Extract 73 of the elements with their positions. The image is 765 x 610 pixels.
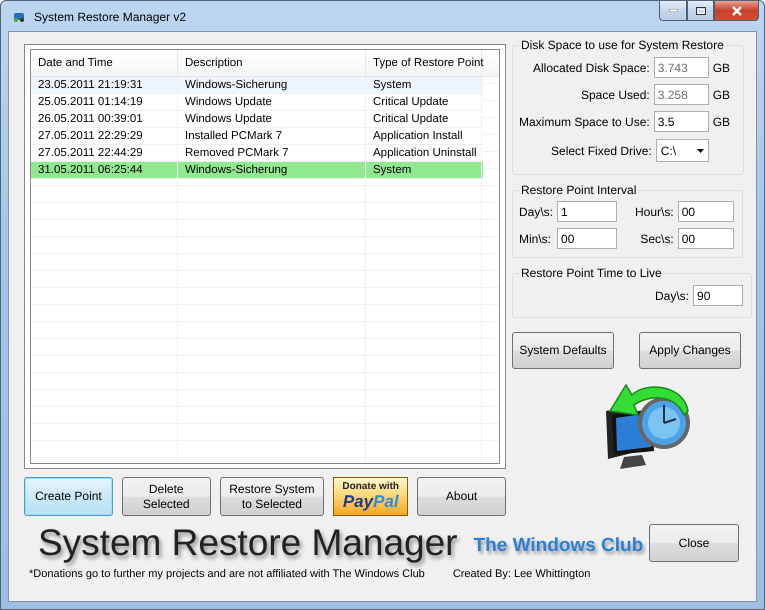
- field-label: Allocated Disk Space:: [532, 60, 650, 74]
- group-title: Restore Point Time to Live: [520, 266, 663, 280]
- table-cell: Application Install: [366, 128, 482, 144]
- close-window-button[interactable]: [714, 1, 759, 21]
- minimize-icon: [668, 9, 678, 12]
- unit-label: GB: [712, 60, 732, 74]
- table-cell: Application Uninstall: [366, 145, 482, 161]
- table-cell: System: [366, 162, 482, 178]
- number-field[interactable]: 3.5: [654, 111, 709, 132]
- table-row[interactable]: 23.05.2011 21:19:31 Windows-Sicherung System: [31, 77, 483, 94]
- unit-label: GB: [712, 114, 732, 128]
- maximize-button[interactable]: [687, 1, 714, 21]
- app-icon: [12, 11, 26, 23]
- field-label: Hour\s:: [634, 204, 674, 218]
- table-cell: Removed PCMark 7: [178, 145, 366, 161]
- table-cell: Windows-Sicherung: [178, 162, 366, 178]
- field-label: Sec\s:: [639, 232, 674, 246]
- number-field[interactable]: 3.258: [654, 84, 709, 105]
- field-label: Day\s:: [519, 204, 554, 218]
- table-row[interactable]: 27.05.2011 22:44:29 Removed PCMark 7 Application Uninstall: [31, 145, 483, 162]
- apply-button[interactable]: Apply Changes: [639, 332, 741, 369]
- number-field[interactable]: 00: [678, 201, 734, 222]
- window-title: System Restore Manager v2: [34, 10, 186, 24]
- donation-note: *Donations go to further my projects and are not affiliated with The Windows Club: [29, 568, 425, 580]
- field-label: Select Fixed Drive:: [551, 144, 652, 158]
- field-label: Space Used:: [581, 88, 650, 102]
- table-cell: Windows-Sicherung: [178, 77, 366, 93]
- field-label: Day\s:: [655, 288, 690, 302]
- banner-title: System Restore Manager: [38, 522, 458, 564]
- table-cell: 31.05.2011 06:25:44: [31, 162, 178, 178]
- number-field[interactable]: 1: [557, 201, 618, 222]
- table-cell: Windows Update: [178, 111, 366, 127]
- table-cell: Windows Update: [178, 94, 366, 110]
- group-title: Restore Point Interval: [520, 183, 638, 197]
- donate-button[interactable]: Donate with PayPal: [333, 477, 408, 516]
- number-field[interactable]: 90: [693, 285, 744, 306]
- restore-button[interactable]: Restore System to Selected: [220, 477, 324, 516]
- table-cell: Critical Update: [366, 111, 482, 127]
- table-cell: 27.05.2011 22:29:29: [31, 128, 178, 144]
- field-label: Maximum Space to Use:: [519, 114, 650, 128]
- table-cell: 23.05.2011 21:19:31: [31, 77, 178, 93]
- column-header[interactable]: Date and Time: [31, 50, 178, 76]
- table-cell: 25.05.2011 01:14:19: [31, 94, 178, 110]
- column-header[interactable]: Type of Restore Point: [366, 50, 482, 76]
- table-cell: 27.05.2011 22:44:29: [31, 145, 178, 161]
- unit-label: GB: [712, 88, 732, 102]
- table-cell: 26.05.2011 00:39:01: [31, 111, 178, 127]
- close-icon: [730, 6, 742, 16]
- number-field[interactable]: 00: [557, 228, 618, 249]
- table-cell: System: [366, 77, 482, 93]
- create-point-button[interactable]: Create Point: [24, 477, 113, 516]
- field-label: Min\s:: [519, 232, 552, 246]
- about-button[interactable]: About: [417, 477, 506, 516]
- maximize-icon: [696, 6, 706, 14]
- delete-button[interactable]: Delete Selected: [122, 477, 211, 516]
- close-button[interactable]: Close: [649, 524, 739, 562]
- drive-dropdown[interactable]: C:\: [656, 139, 709, 162]
- credit-text: Created By: Lee Whittington: [452, 568, 590, 580]
- table-row[interactable]: 26.05.2011 00:39:01 Windows Update Critical Update: [31, 111, 483, 128]
- group-title: Disk Space to use for System Restore: [520, 38, 725, 52]
- table-row[interactable]: 27.05.2011 22:29:29 Installed PCMark 7 Application Install: [31, 128, 483, 145]
- table-row[interactable]: 25.05.2011 01:14:19 Windows Update Critical Update: [31, 94, 483, 111]
- caret-icon: [696, 148, 704, 152]
- club-logo-text: The Windows Club: [474, 535, 644, 557]
- restore-point-list[interactable]: [24, 44, 506, 469]
- number-field[interactable]: 3.743: [654, 57, 709, 78]
- minimize-button[interactable]: [659, 1, 687, 21]
- table-cell: Critical Update: [366, 94, 482, 110]
- column-header[interactable]: Description: [178, 50, 366, 76]
- table-cell: Installed PCMark 7: [178, 128, 366, 144]
- number-field[interactable]: 00: [678, 228, 734, 249]
- defaults-button[interactable]: System Defaults: [512, 332, 614, 369]
- table-row[interactable]: 31.05.2011 06:25:44 Windows-Sicherung System: [31, 162, 483, 179]
